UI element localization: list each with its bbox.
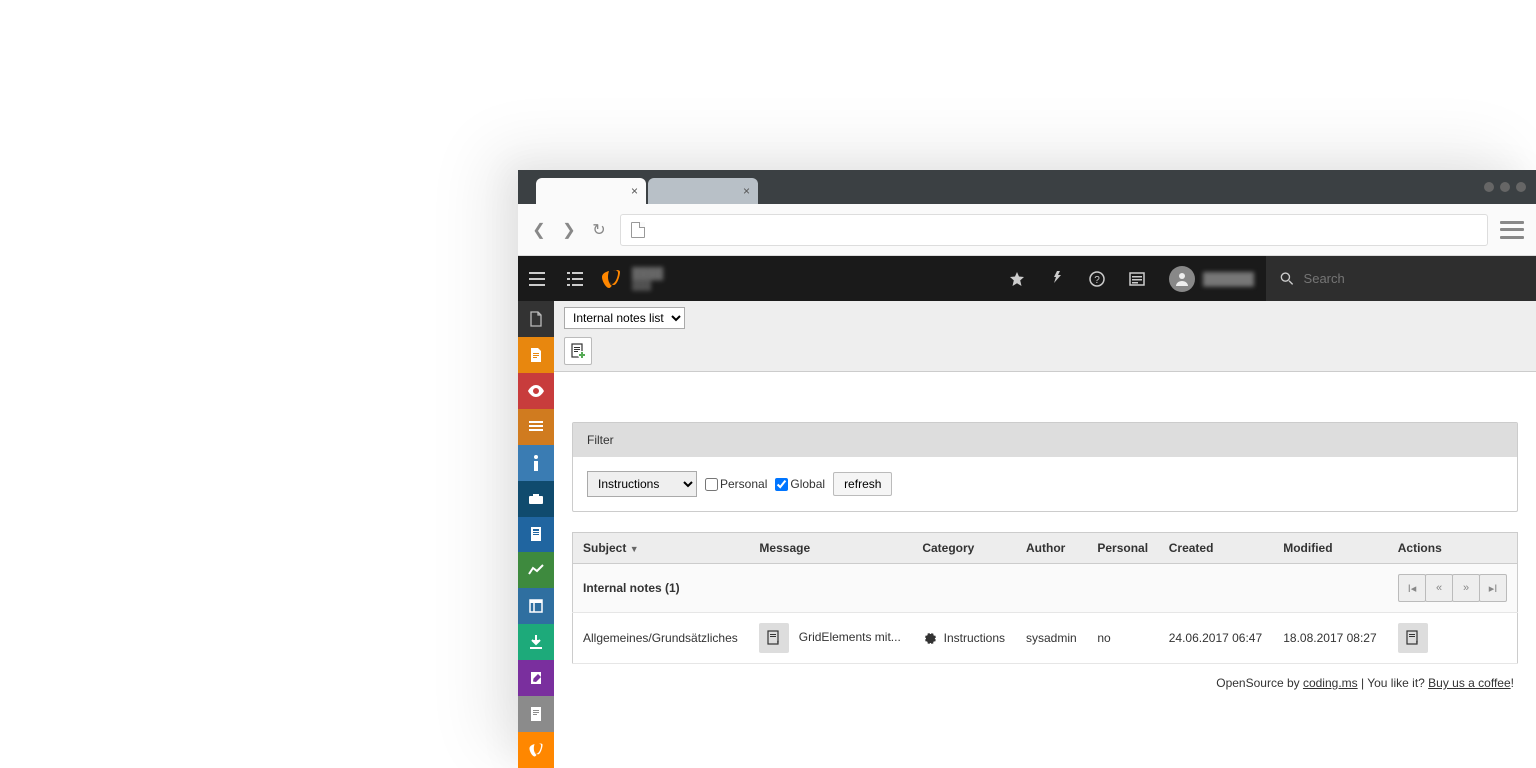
sidebar-item-list[interactable] — [518, 409, 554, 445]
search-input[interactable] — [1304, 271, 1522, 286]
sidebar-item-download[interactable] — [518, 624, 554, 660]
help-icon[interactable]: ? — [1077, 256, 1117, 301]
sidebar-item-stats[interactable] — [518, 552, 554, 588]
col-modified[interactable]: Modified — [1273, 533, 1388, 564]
pagination: I◂ « » ▸I — [1398, 574, 1507, 602]
sort-desc-icon: ▼ — [630, 544, 639, 554]
gear-icon — [922, 631, 939, 645]
new-record-button[interactable] — [564, 337, 592, 365]
avatar-icon — [1169, 266, 1195, 292]
browser-tab-active[interactable]: × — [536, 178, 646, 204]
col-author[interactable]: Author — [1016, 533, 1087, 564]
doc-header: Internal notes list — [554, 301, 1536, 372]
filter-panel: Filter Instructions Personal Global — [572, 422, 1518, 512]
notes-table: Subject ▼ Message Category Author Person… — [572, 532, 1518, 664]
sidebar-item-info[interactable] — [518, 445, 554, 481]
footer-link-coffee[interactable]: Buy us a coffee — [1428, 676, 1511, 690]
filter-personal-checkbox[interactable] — [705, 478, 718, 491]
brand-text: ███████ — [632, 268, 663, 290]
close-icon[interactable]: × — [631, 184, 638, 198]
col-category[interactable]: Category — [912, 533, 1016, 564]
col-created[interactable]: Created — [1159, 533, 1274, 564]
page-first-button[interactable]: I◂ — [1398, 574, 1426, 602]
col-personal[interactable]: Personal — [1087, 533, 1158, 564]
edit-button[interactable] — [1398, 623, 1428, 653]
svg-text:?: ? — [1094, 275, 1100, 286]
sidebar-item-notes[interactable] — [518, 696, 554, 732]
typo3-logo-icon — [600, 268, 622, 290]
page-last-button[interactable]: ▸I — [1479, 574, 1507, 602]
window-controls — [1484, 182, 1526, 192]
sidebar-item-news[interactable] — [518, 517, 554, 553]
browser-tab-inactive[interactable]: × — [648, 178, 758, 204]
footer: OpenSource by coding.ms | You like it? B… — [572, 664, 1518, 702]
filter-global-checkbox[interactable] — [775, 478, 788, 491]
table-row: Allgemeines/Grundsätzliches GridElements… — [573, 613, 1518, 664]
col-subject[interactable]: Subject ▼ — [573, 533, 750, 564]
forward-icon[interactable]: ❯ — [560, 220, 578, 240]
window-dot[interactable] — [1500, 182, 1510, 192]
user-name: ██████ — [1203, 272, 1254, 286]
cell-created: 24.06.2017 06:47 — [1159, 613, 1274, 664]
app-topbar: ███████ ? ██████ — [518, 256, 1536, 301]
reload-icon[interactable]: ↻ — [590, 220, 608, 240]
cell-actions — [1388, 613, 1518, 664]
sidebar-item-func[interactable] — [518, 481, 554, 517]
window-dot[interactable] — [1484, 182, 1494, 192]
refresh-button[interactable]: refresh — [833, 472, 892, 496]
filter-global-checkbox-label[interactable]: Global — [775, 477, 825, 491]
window-dot[interactable] — [1516, 182, 1526, 192]
cell-modified: 18.08.2017 08:27 — [1273, 613, 1388, 664]
page-prev-button[interactable]: « — [1425, 574, 1453, 602]
col-actions: Actions — [1388, 533, 1518, 564]
collapse-modules-button[interactable] — [518, 256, 556, 301]
browser-titlebar: × × — [518, 170, 1536, 204]
sidebar-item-about[interactable] — [518, 732, 554, 768]
note-icon — [759, 623, 789, 653]
sidebar-item-page[interactable] — [518, 301, 554, 337]
search-icon — [1280, 271, 1294, 286]
page-icon — [631, 222, 645, 238]
group-title: Internal notes (1) — [573, 564, 1388, 613]
filter-category-select[interactable]: Instructions — [587, 471, 697, 497]
bookmark-icon[interactable] — [997, 256, 1037, 301]
page-next-button[interactable]: » — [1452, 574, 1480, 602]
browser-toolbar: ❮ ❯ ↻ — [518, 204, 1536, 256]
filter-personal-checkbox-label[interactable]: Personal — [705, 477, 767, 491]
footer-link-coding[interactable]: coding.ms — [1303, 676, 1358, 690]
col-message[interactable]: Message — [749, 533, 912, 564]
opendocs-icon[interactable] — [1117, 256, 1157, 301]
pagetree-toggle-button[interactable] — [556, 256, 594, 301]
cell-personal: no — [1087, 613, 1158, 664]
browser-menu-icon[interactable] — [1500, 221, 1524, 239]
back-icon[interactable]: ❮ — [530, 220, 548, 240]
sidebar-item-view[interactable] — [518, 373, 554, 409]
sidebar-item-form[interactable] — [518, 660, 554, 696]
sidebar-item-template[interactable] — [518, 588, 554, 624]
content-area: Internal notes list Filter Instructions — [554, 301, 1536, 768]
user-menu[interactable]: ██████ — [1157, 256, 1266, 301]
cell-category: Instructions — [912, 613, 1016, 664]
module-select[interactable]: Internal notes list — [564, 307, 685, 329]
close-icon[interactable]: × — [743, 184, 750, 198]
filter-title: Filter — [573, 423, 1517, 457]
address-bar[interactable] — [620, 214, 1488, 246]
sidebar-item-content[interactable] — [518, 337, 554, 373]
cache-icon[interactable] — [1037, 256, 1077, 301]
cell-author: sysadmin — [1016, 613, 1087, 664]
module-sidebar — [518, 301, 554, 768]
cell-subject: Allgemeines/Grundsätzliches — [573, 613, 750, 664]
search-box[interactable] — [1266, 256, 1536, 301]
cell-message: GridElements mit... — [749, 613, 912, 664]
